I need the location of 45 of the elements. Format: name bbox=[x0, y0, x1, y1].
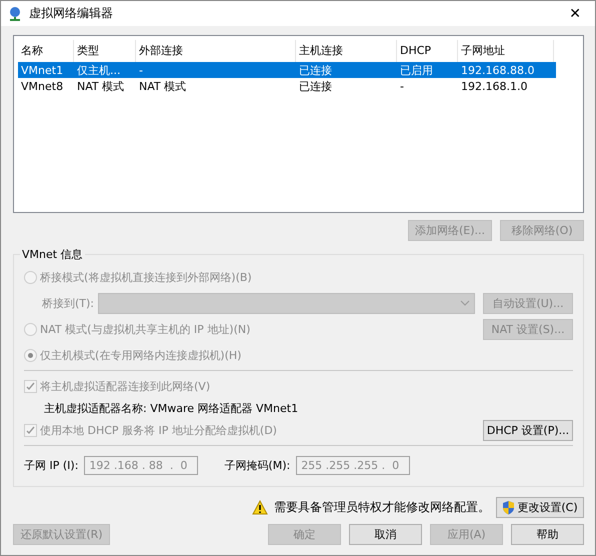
table-cell-text: 已连接 bbox=[298, 62, 333, 78]
table-cell-text: NAT 模式 bbox=[138, 78, 188, 94]
change-settings-button[interactable]: 更改设置(C) bbox=[496, 497, 584, 518]
network-row[interactable]: VMnet1 仅主机... - 已连接 已启用 192.168.88.0 bbox=[18, 62, 556, 78]
table-cell-text: NAT 模式 bbox=[76, 78, 126, 94]
warning-text: 需要具备管理员特权才能修改网络配置。 bbox=[274, 499, 490, 516]
window-title: 虚拟网络编辑器 bbox=[29, 5, 114, 22]
network-row[interactable]: VMnet8 NAT 模式 NAT 模式 已连接 - 192.168.1.0 bbox=[18, 78, 556, 94]
subnet-ip-label: 子网 IP (I): bbox=[24, 458, 78, 472]
checkbox[interactable] bbox=[24, 380, 37, 392]
dhcp-settings-button[interactable]: DHCP 设置(P)... bbox=[483, 420, 573, 440]
chevron-icon bbox=[460, 300, 470, 306]
table-cell-text: 192.168.88.0 bbox=[460, 64, 536, 76]
help-button[interactable]: 帮助 bbox=[511, 524, 584, 545]
close-button[interactable]: ✕ bbox=[561, 6, 589, 22]
table-cell-text: 已连接 bbox=[298, 78, 333, 94]
bridge-label: 桥接到(T): bbox=[41, 296, 94, 310]
table-cell-text: VMnet1 bbox=[20, 64, 64, 76]
subnet-ip-field[interactable]: 192 .168 . 88 . 0 bbox=[84, 456, 198, 474]
adapter-name: 主机虚拟适配器名称: VMware 网络适配器 VMnet1 bbox=[43, 400, 298, 416]
radio-option[interactable]: 桥接模式(将虚拟机直接连接到外部网络)(B) bbox=[24, 270, 252, 284]
checkbox-option[interactable]: 使用本地 DHCP 服务将 IP 地址分配给虚拟机(D) bbox=[24, 422, 277, 438]
radio-option[interactable]: NAT 模式(与虚拟机共享主机的 IP 地址)(N) bbox=[24, 322, 250, 336]
checkbox[interactable] bbox=[24, 424, 37, 436]
table-cell-text: 仅主机... bbox=[76, 62, 122, 78]
table-cell-text: 已启用 bbox=[399, 62, 434, 78]
subnet-mask-field[interactable]: 255 .255 .255 . 0 bbox=[296, 456, 410, 474]
bridge-dropdown[interactable] bbox=[98, 292, 475, 314]
radio-option[interactable]: 仅主机模式(在专用网络内连接虚拟机)(H) bbox=[24, 348, 242, 362]
shield-icon bbox=[502, 500, 516, 515]
table-cell-text: - bbox=[138, 64, 144, 76]
subnet-mask-label: 子网掩码(M): bbox=[224, 458, 290, 472]
network-globe-icon bbox=[7, 6, 23, 22]
checkbox-option[interactable]: 将主机虚拟适配器连接到此网络(V) bbox=[24, 378, 210, 394]
table-cell-text: VMnet8 bbox=[20, 80, 64, 92]
table-cell-text: 192.168.1.0 bbox=[460, 80, 528, 92]
checkmark-icon bbox=[26, 426, 35, 434]
group-title: VMnet 信息 bbox=[21, 247, 84, 262]
radio-button[interactable] bbox=[24, 348, 37, 362]
warning-icon bbox=[252, 500, 268, 515]
cancel-button[interactable]: 取消 bbox=[349, 524, 422, 545]
radio-button[interactable] bbox=[24, 270, 37, 284]
table-cell-text: - bbox=[399, 80, 405, 92]
radio-button[interactable] bbox=[24, 322, 37, 336]
checkmark-icon bbox=[26, 382, 35, 390]
